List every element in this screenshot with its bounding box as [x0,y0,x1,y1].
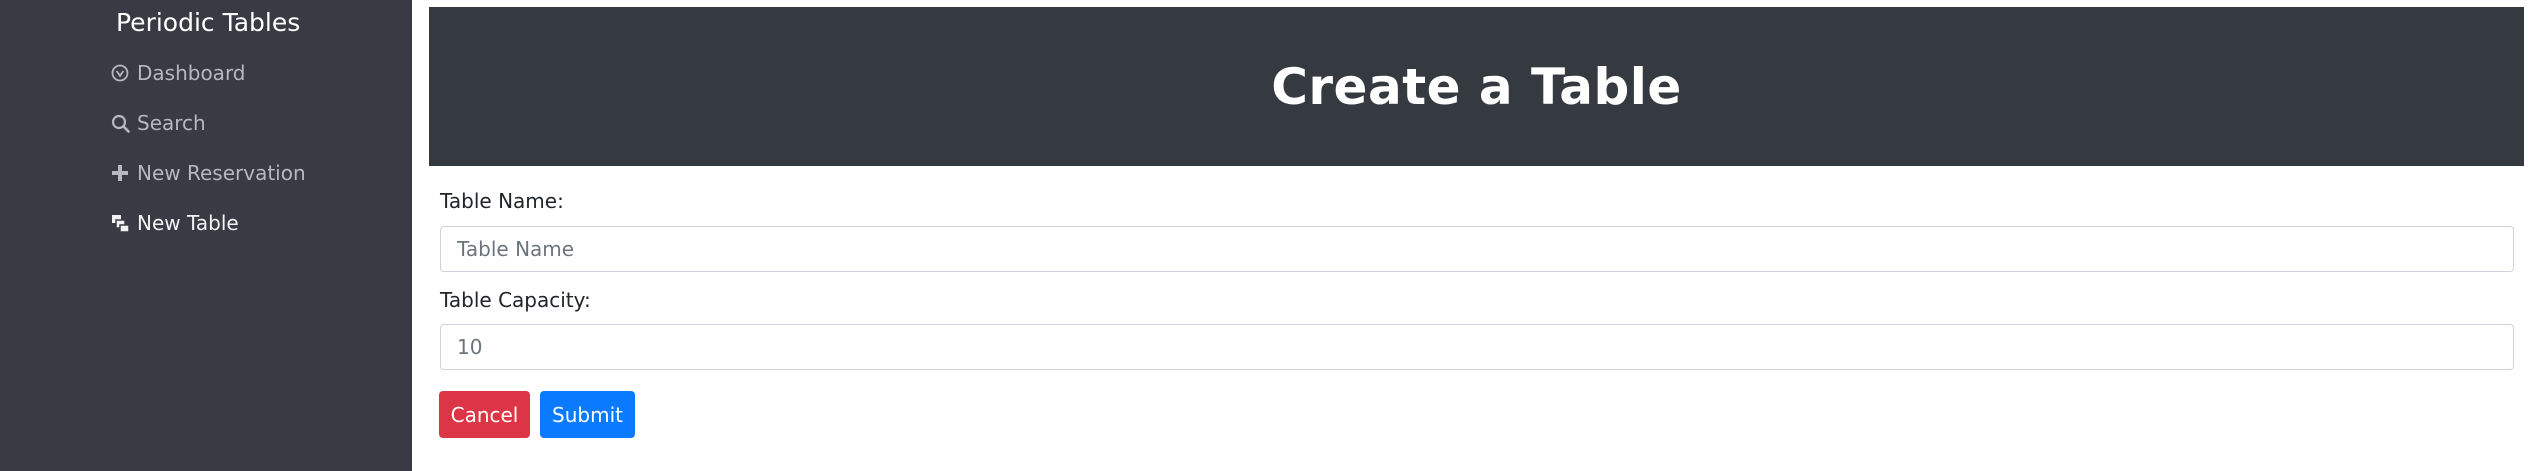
dashboard-icon [110,63,130,83]
sidebar-item-label: New Reservation [137,161,306,185]
table-name-label: Table Name: [440,189,564,213]
sidebar-item-new-reservation[interactable]: New Reservation [110,157,306,189]
brand-title[interactable]: Periodic Tables [116,6,300,40]
sidebar-item-new-table[interactable]: New Table [110,207,239,239]
table-capacity-label: Table Capacity: [440,288,591,312]
plus-icon [110,163,130,183]
search-icon [110,113,130,133]
page-header: Create a Table [429,7,2524,166]
table-capacity-input[interactable] [440,324,2514,370]
sidebar-item-label: Search [137,111,206,135]
sidebar-item-dashboard[interactable]: Dashboard [110,57,246,89]
tables-icon [110,213,130,233]
sidebar-item-search[interactable]: Search [110,107,206,139]
sidebar-item-label: Dashboard [137,61,246,85]
cancel-button[interactable]: Cancel [439,391,530,438]
sidebar: Periodic Tables Dashboard Search New Res… [0,0,412,471]
submit-button[interactable]: Submit [540,391,635,438]
page-title: Create a Table [1271,57,1682,116]
table-name-input[interactable] [440,226,2514,272]
sidebar-item-label: New Table [137,211,239,235]
